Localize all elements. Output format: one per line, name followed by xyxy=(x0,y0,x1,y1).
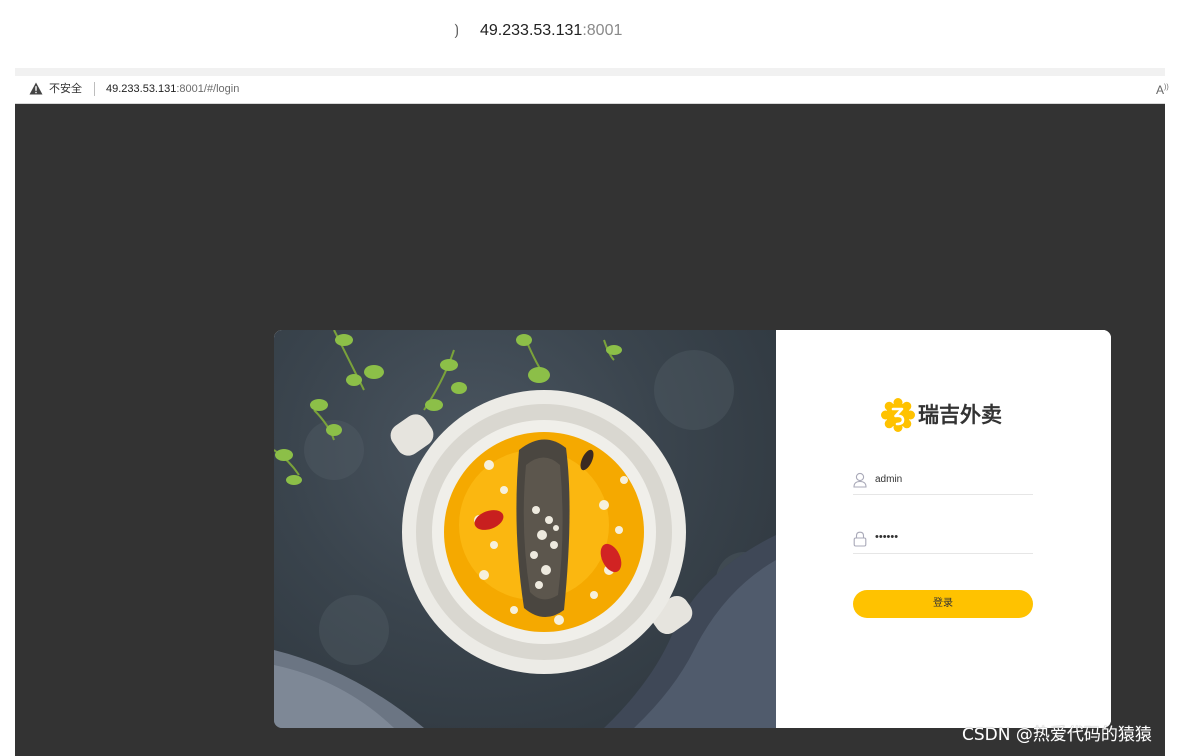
food-image xyxy=(274,330,776,728)
address-separator xyxy=(94,82,95,96)
password-field[interactable]: •••••• xyxy=(853,525,1033,554)
username-field[interactable]: admin xyxy=(853,466,1033,495)
login-form: 瑞吉外卖 admin •••••• 登录 xyxy=(776,330,1111,728)
login-button[interactable]: 登录 xyxy=(853,590,1033,618)
toolbar-divider xyxy=(15,68,1165,76)
browser-tab-strip: ⟯ 49.233.53.131:8001 xyxy=(0,0,1191,68)
page-viewport: 瑞吉外卖 admin •••••• 登录 xyxy=(15,104,1165,756)
brand-logo: 瑞吉外卖 xyxy=(881,398,1011,432)
security-status[interactable]: 不安全 xyxy=(49,82,82,96)
lock-icon xyxy=(853,531,867,547)
read-aloud-icon[interactable]: A)) xyxy=(1156,81,1169,97)
brand-name: 瑞吉外卖 xyxy=(918,403,1002,427)
password-input[interactable]: •••••• xyxy=(875,530,898,544)
user-icon xyxy=(853,472,867,488)
username-input[interactable]: admin xyxy=(875,473,902,487)
food-illustration xyxy=(274,330,776,728)
url-text[interactable]: 49.233.53.131:8001/#/login xyxy=(106,83,239,96)
brand-logo-icon xyxy=(881,398,915,432)
address-bar[interactable]: 不安全 49.233.53.131:8001/#/login A)) xyxy=(15,76,1169,104)
tab-title[interactable]: 49.233.53.131:8001 xyxy=(480,21,622,41)
warning-icon[interactable] xyxy=(29,82,43,95)
watermark-text: CSDN @热爱代码的猿猿 xyxy=(962,725,1152,745)
loading-spinner-icon: ⟯ xyxy=(454,21,459,39)
login-card: 瑞吉外卖 admin •••••• 登录 xyxy=(274,330,1111,728)
